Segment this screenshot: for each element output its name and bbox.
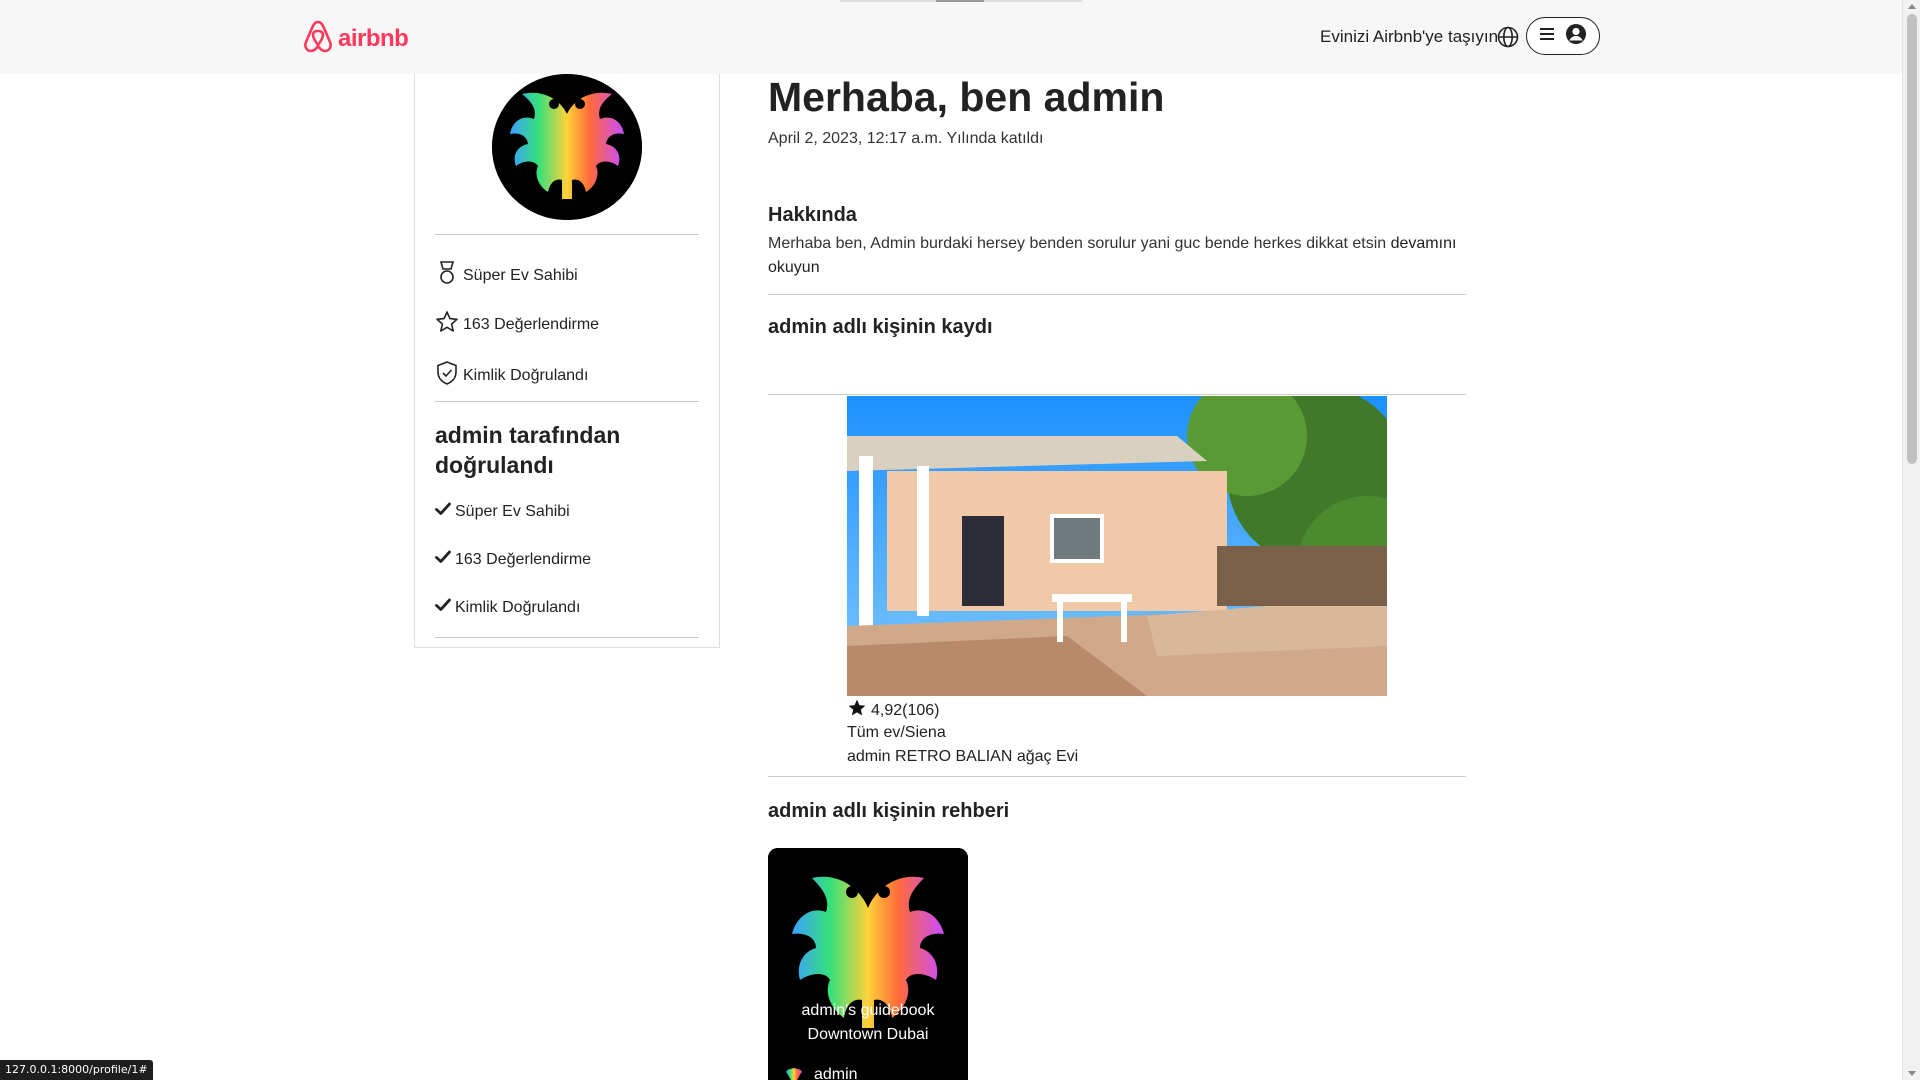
logo-wordmark: airbnb xyxy=(338,24,409,52)
about-body: Merhaba ben, Admin burdaki hersey benden… xyxy=(768,235,1387,252)
stat-label: Kimlik Doğrulandı xyxy=(463,366,589,384)
verified-item: Kimlik Doğrulandı xyxy=(435,598,580,617)
stat-label: Süper Ev Sahibi xyxy=(463,266,578,284)
author-name: admin xyxy=(814,1066,858,1080)
profile-card: Süper Ev Sahibi 163 Değerlendirme Kimlik… xyxy=(414,74,720,648)
verified-item: 163 Değerlendirme xyxy=(435,550,591,569)
listings-title: admin adlı kişinin kaydı xyxy=(768,316,993,338)
link-status-bar: 127.0.0.1:8000/profile/1# xyxy=(0,1060,153,1080)
scroll-thumb[interactable] xyxy=(1907,14,1917,464)
page-title: Merhaba, ben admin xyxy=(768,74,1165,120)
menu-icon xyxy=(1539,27,1555,46)
section-divider xyxy=(768,294,1466,295)
listing-rating: 4,92(106) xyxy=(847,698,940,723)
stat-superhost: Süper Ev Sahibi xyxy=(435,260,578,291)
joined-date: April 2, 2023, 12:17 a.m. Yılında katıld… xyxy=(768,130,1044,147)
user-menu-button[interactable] xyxy=(1526,17,1600,55)
card-divider xyxy=(435,401,699,402)
stat-identity: Kimlik Doğrulandı xyxy=(435,360,588,391)
top-nav-bar: airbnb Evinizi Airbnb'ye taşıyın xyxy=(0,0,1902,74)
listing-type: Tüm ev/Siena xyxy=(847,724,946,741)
check-icon xyxy=(435,598,451,617)
star-filled-icon xyxy=(847,698,867,723)
globe-icon[interactable] xyxy=(1496,25,1520,49)
star-icon xyxy=(435,310,459,339)
card-divider xyxy=(435,234,699,235)
about-text: Merhaba ben, Admin burdaki hersey benden… xyxy=(768,232,1466,280)
verified-item: Süper Ev Sahibi xyxy=(435,502,570,521)
scroll-down-arrow-icon[interactable] xyxy=(1908,1071,1916,1076)
medal-icon xyxy=(435,260,459,291)
loading-indicator xyxy=(936,0,984,2)
become-host-link[interactable]: Evinizi Airbnb'ye taşıyın xyxy=(1320,27,1498,47)
rating-value: 4,92(106) xyxy=(871,701,940,719)
user-circle-icon xyxy=(1565,23,1587,50)
verified-section-title: admin tarafından doğrulandı xyxy=(435,422,621,478)
verified-item-label: Kimlik Doğrulandı xyxy=(455,598,581,616)
check-icon xyxy=(435,502,451,521)
about-title: Hakkında xyxy=(768,204,857,226)
check-icon xyxy=(435,550,451,569)
verified-item-label: 163 Değerlendirme xyxy=(455,550,592,568)
profile-avatar xyxy=(492,74,642,220)
guidebook-location: Downtown Dubai xyxy=(807,1026,929,1043)
page-scrollbar[interactable] xyxy=(1902,0,1920,1080)
verified-item-label: Süper Ev Sahibi xyxy=(455,502,570,520)
author-avatar xyxy=(782,1063,806,1080)
airbnb-logo[interactable]: airbnb xyxy=(302,18,409,59)
guidebook-author: admin xyxy=(782,1063,858,1080)
section-divider xyxy=(768,776,1466,777)
stat-reviews: 163 Değerlendirme xyxy=(435,310,599,339)
shield-check-icon xyxy=(435,360,459,391)
listing-name-link[interactable]: admin RETRO BALIAN ağaç Evi xyxy=(847,748,1078,766)
stat-label: 163 Değerlendirme xyxy=(463,315,600,333)
card-divider xyxy=(435,637,699,638)
guidebook-card[interactable]: admin's guidebook Downtown Dubai admin xyxy=(768,848,968,1080)
section-divider xyxy=(768,394,1466,395)
airbnb-logo-icon xyxy=(302,18,334,59)
listing-photo[interactable] xyxy=(847,396,1387,696)
guidebook-title: admin's guidebook xyxy=(801,1002,935,1019)
guides-title: admin adlı kişinin rehberi xyxy=(768,800,1010,822)
scroll-up-arrow-icon[interactable] xyxy=(1908,4,1916,9)
